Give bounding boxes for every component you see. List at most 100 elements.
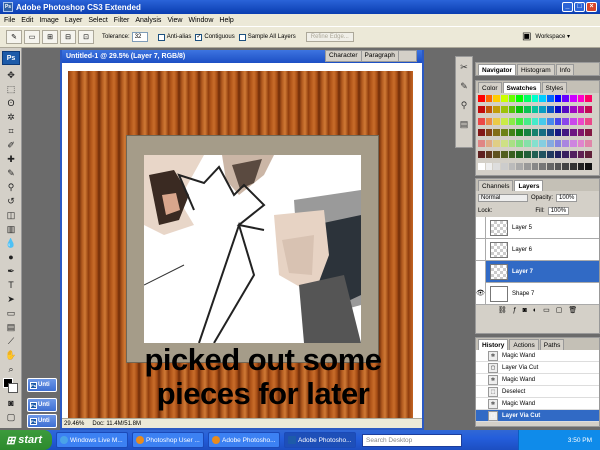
layer-row[interactable]: Layer 5	[476, 216, 599, 239]
color-swatch[interactable]	[478, 128, 485, 136]
history-brush-icon[interactable]: ↺	[1, 194, 21, 208]
color-swatch[interactable]	[585, 95, 592, 102]
eyedropper2-tool-icon[interactable]: ⟋	[1, 334, 21, 348]
brush-palette-icon[interactable]: ▣	[522, 31, 531, 42]
color-swatch[interactable]	[500, 140, 508, 148]
layer-row[interactable]: Layer 7	[476, 260, 599, 283]
color-swatch[interactable]	[554, 95, 562, 102]
tab-character[interactable]: Character	[326, 51, 362, 61]
color-swatch[interactable]	[562, 95, 569, 102]
menu-image[interactable]: Image	[39, 17, 58, 24]
color-swatch[interactable]	[546, 151, 554, 159]
maximize-button[interactable]: □	[574, 2, 585, 12]
opacity-input[interactable]: 100%	[556, 194, 578, 202]
new-group-icon[interactable]: ▭	[543, 306, 550, 314]
color-swatch[interactable]	[508, 151, 516, 159]
menu-select[interactable]: Select	[88, 17, 107, 24]
tab-histogram[interactable]: Histogram	[516, 64, 555, 75]
color-swatch[interactable]	[531, 95, 539, 102]
layer-row[interactable]: 👁 Shape 7	[476, 282, 599, 305]
history-item[interactable]: ✲ Magic Wand	[476, 350, 599, 362]
color-swatch[interactable]	[523, 140, 531, 148]
canvas-wood-background[interactable]: picked out some pieces for later	[68, 71, 413, 419]
gradient-tool-icon[interactable]: ▥	[1, 222, 21, 236]
menu-edit[interactable]: Edit	[21, 17, 33, 24]
color-swatch[interactable]	[562, 162, 569, 170]
tools-panel-icon[interactable]: ✂	[457, 60, 471, 74]
color-swatch[interactable]	[562, 140, 569, 148]
menu-file[interactable]: File	[4, 17, 15, 24]
color-swatch[interactable]	[478, 140, 485, 148]
color-swatch[interactable]	[539, 117, 546, 125]
eraser-tool-icon[interactable]: ◫	[1, 208, 21, 222]
add-selection-icon[interactable]: ⊞	[42, 30, 58, 44]
minimized-window[interactable]: Ps Unti	[27, 378, 57, 392]
color-swatch[interactable]	[539, 106, 546, 114]
shape-tool-icon[interactable]: ▭	[1, 306, 21, 320]
color-swatch[interactable]	[585, 162, 592, 170]
color-swatch[interactable]	[569, 117, 577, 125]
color-swatch[interactable]	[523, 117, 531, 125]
tab-swatches[interactable]: Swatches	[502, 82, 541, 93]
color-swatch[interactable]	[500, 128, 508, 136]
color-swatch[interactable]	[516, 128, 523, 136]
layer-row[interactable]: Layer 6	[476, 238, 599, 261]
color-swatch[interactable]	[546, 106, 554, 114]
search-desktop-input[interactable]: Search Desktop	[362, 433, 462, 447]
visibility-toggle[interactable]	[476, 260, 486, 283]
taskbar-button[interactable]: Photoshop User ...	[132, 432, 204, 448]
color-swatch[interactable]	[485, 140, 493, 148]
tolerance-input[interactable]: 32	[131, 32, 148, 42]
color-swatch[interactable]	[546, 95, 554, 102]
crop-tool-icon[interactable]: ⌗	[1, 124, 21, 138]
color-swatch[interactable]	[523, 151, 531, 159]
color-swatch[interactable]	[478, 151, 485, 159]
eye-icon[interactable]: 👁	[476, 282, 486, 305]
tab-paragraph[interactable]: Paragraph	[362, 51, 399, 61]
color-swatch[interactable]	[493, 117, 500, 125]
background-color[interactable]	[8, 383, 18, 393]
color-swatch[interactable]	[569, 162, 577, 170]
color-swatch[interactable]	[562, 128, 569, 136]
color-swatch[interactable]	[554, 162, 562, 170]
dodge-tool-icon[interactable]: ●	[1, 250, 21, 264]
history-item[interactable]: ▢ Layer Via Cut	[476, 362, 599, 374]
blend-mode-select[interactable]: Normal	[478, 194, 528, 202]
color-swatch[interactable]	[493, 162, 500, 170]
tab-channels[interactable]: Channels	[478, 180, 514, 191]
color-swatch[interactable]	[516, 117, 523, 125]
clone-source-icon[interactable]: ⚲	[457, 98, 471, 112]
color-swatch[interactable]	[485, 162, 493, 170]
clone-stamp-icon[interactable]: ⚲	[1, 180, 21, 194]
color-swatch[interactable]	[569, 106, 577, 114]
clock[interactable]: 3:50 PM	[568, 437, 592, 444]
history-item[interactable]: ▢ Layer Via Cut	[476, 410, 599, 422]
close-button[interactable]: ×	[586, 2, 597, 12]
color-swatch[interactable]	[500, 106, 508, 114]
color-swatch[interactable]	[516, 106, 523, 114]
color-swatch[interactable]	[485, 151, 493, 159]
color-swatch[interactable]	[546, 128, 554, 136]
color-swatch[interactable]	[516, 162, 523, 170]
color-swatch[interactable]	[500, 151, 508, 159]
minimized-window[interactable]: Ps Unti	[27, 398, 57, 412]
tab-styles[interactable]: Styles	[541, 82, 568, 93]
menu-window[interactable]: Window	[188, 17, 213, 24]
color-swatch[interactable]	[508, 162, 516, 170]
tab-paths[interactable]: Paths	[539, 339, 565, 350]
color-swatch[interactable]	[523, 162, 531, 170]
color-swatch[interactable]	[577, 140, 585, 148]
color-swatch[interactable]	[569, 140, 577, 148]
healing-brush-icon[interactable]: ✚	[1, 152, 21, 166]
color-swatch[interactable]	[562, 106, 569, 114]
color-swatch[interactable]	[493, 106, 500, 114]
color-swatch[interactable]	[478, 162, 485, 170]
pen-tool-icon[interactable]: ✒	[1, 264, 21, 278]
notes-tool-icon[interactable]: ▤	[1, 320, 21, 334]
color-swatch[interactable]	[531, 140, 539, 148]
history-item[interactable]: ✲ Magic Wand	[476, 398, 599, 410]
color-swatch[interactable]	[516, 140, 523, 148]
color-swatch[interactable]	[531, 117, 539, 125]
color-swatch[interactable]	[539, 162, 546, 170]
eyedropper-tool-icon[interactable]: ✐	[1, 138, 21, 152]
